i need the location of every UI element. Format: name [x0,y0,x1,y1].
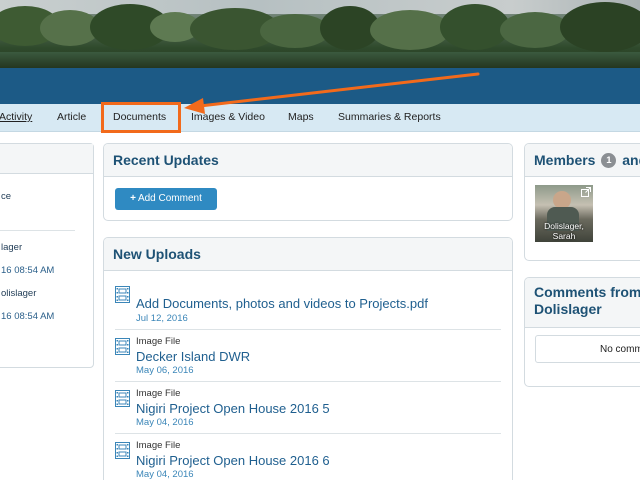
comments-title-line1: Comments from [534,284,640,300]
upload-type-label: Image File [136,388,181,399]
add-comment-label: Add Comment [137,193,202,204]
project-banner-image [0,0,640,68]
side-item-author[interactable]: olislager [1,288,36,299]
upload-title-link[interactable]: Decker Island DWR [136,349,250,364]
page-root: Activity Article Documents Images & Vide… [0,0,640,480]
film-icon [115,442,130,459]
members-title-suffix: and [622,152,640,168]
tab-article[interactable]: Article [57,104,86,132]
tab-activity[interactable]: Activity [0,104,32,132]
film-icon [115,338,130,355]
project-header-bar [0,68,640,104]
side-item-date: 16 08:54 AM [1,265,55,276]
tab-summaries-reports[interactable]: Summaries & Reports [338,104,441,132]
upload-date: May 06, 2016 [136,365,194,376]
members-title-label: Members [534,152,596,168]
tab-images-video[interactable]: Images & Video [191,104,265,132]
comments-title: Comments from Dolislager [525,278,640,328]
new-uploads-title: New Uploads [104,238,512,271]
activity-side-panel: ce lager 16 08:54 AM olislager 16 08:54 … [0,143,94,368]
member-avatar[interactable]: Dolislager, Sarah [535,185,593,242]
plus-icon: + [130,193,136,204]
comments-card: Comments from Dolislager No comm [524,277,640,387]
members-card: Members 1 and Dolislager, Sarah [524,143,640,261]
comments-title-line2: Dolislager [534,301,602,317]
upload-type-label: Image File [136,336,181,347]
upload-title-link[interactable]: Nigiri Project Open House 2016 5 [136,401,330,416]
documents-tab-highlight [101,102,181,133]
members-title: Members 1 and [525,144,640,177]
upload-type-label: Image File [136,440,181,451]
members-count-badge: 1 [601,153,617,168]
add-comment-button[interactable]: + Add Comment [115,188,217,210]
side-item-author[interactable]: lager [1,242,22,253]
film-icon [115,390,130,407]
new-uploads-card: New Uploads Add Documents, photos and vi… [103,237,513,480]
upload-date: Jul 12, 2016 [136,313,188,324]
upload-title-link[interactable]: Nigiri Project Open House 2016 6 [136,453,330,468]
project-tabs: Activity Article Documents Images & Vide… [0,104,640,132]
tab-maps[interactable]: Maps [288,104,314,132]
recent-updates-title: Recent Updates [104,144,512,177]
external-link-icon[interactable] [581,187,591,197]
side-item-date: 16 08:54 AM [1,311,55,322]
member-name: Dolislager, Sarah [544,221,584,241]
side-item-text[interactable]: ce [1,191,11,202]
upload-title-link[interactable]: Add Documents, photos and videos to Proj… [136,296,428,311]
recent-updates-card: Recent Updates + Add Comment [103,143,513,221]
upload-date: May 04, 2016 [136,417,194,428]
film-icon [115,286,130,303]
no-comments-message: No comm [535,335,640,363]
upload-date: May 04, 2016 [136,469,194,480]
